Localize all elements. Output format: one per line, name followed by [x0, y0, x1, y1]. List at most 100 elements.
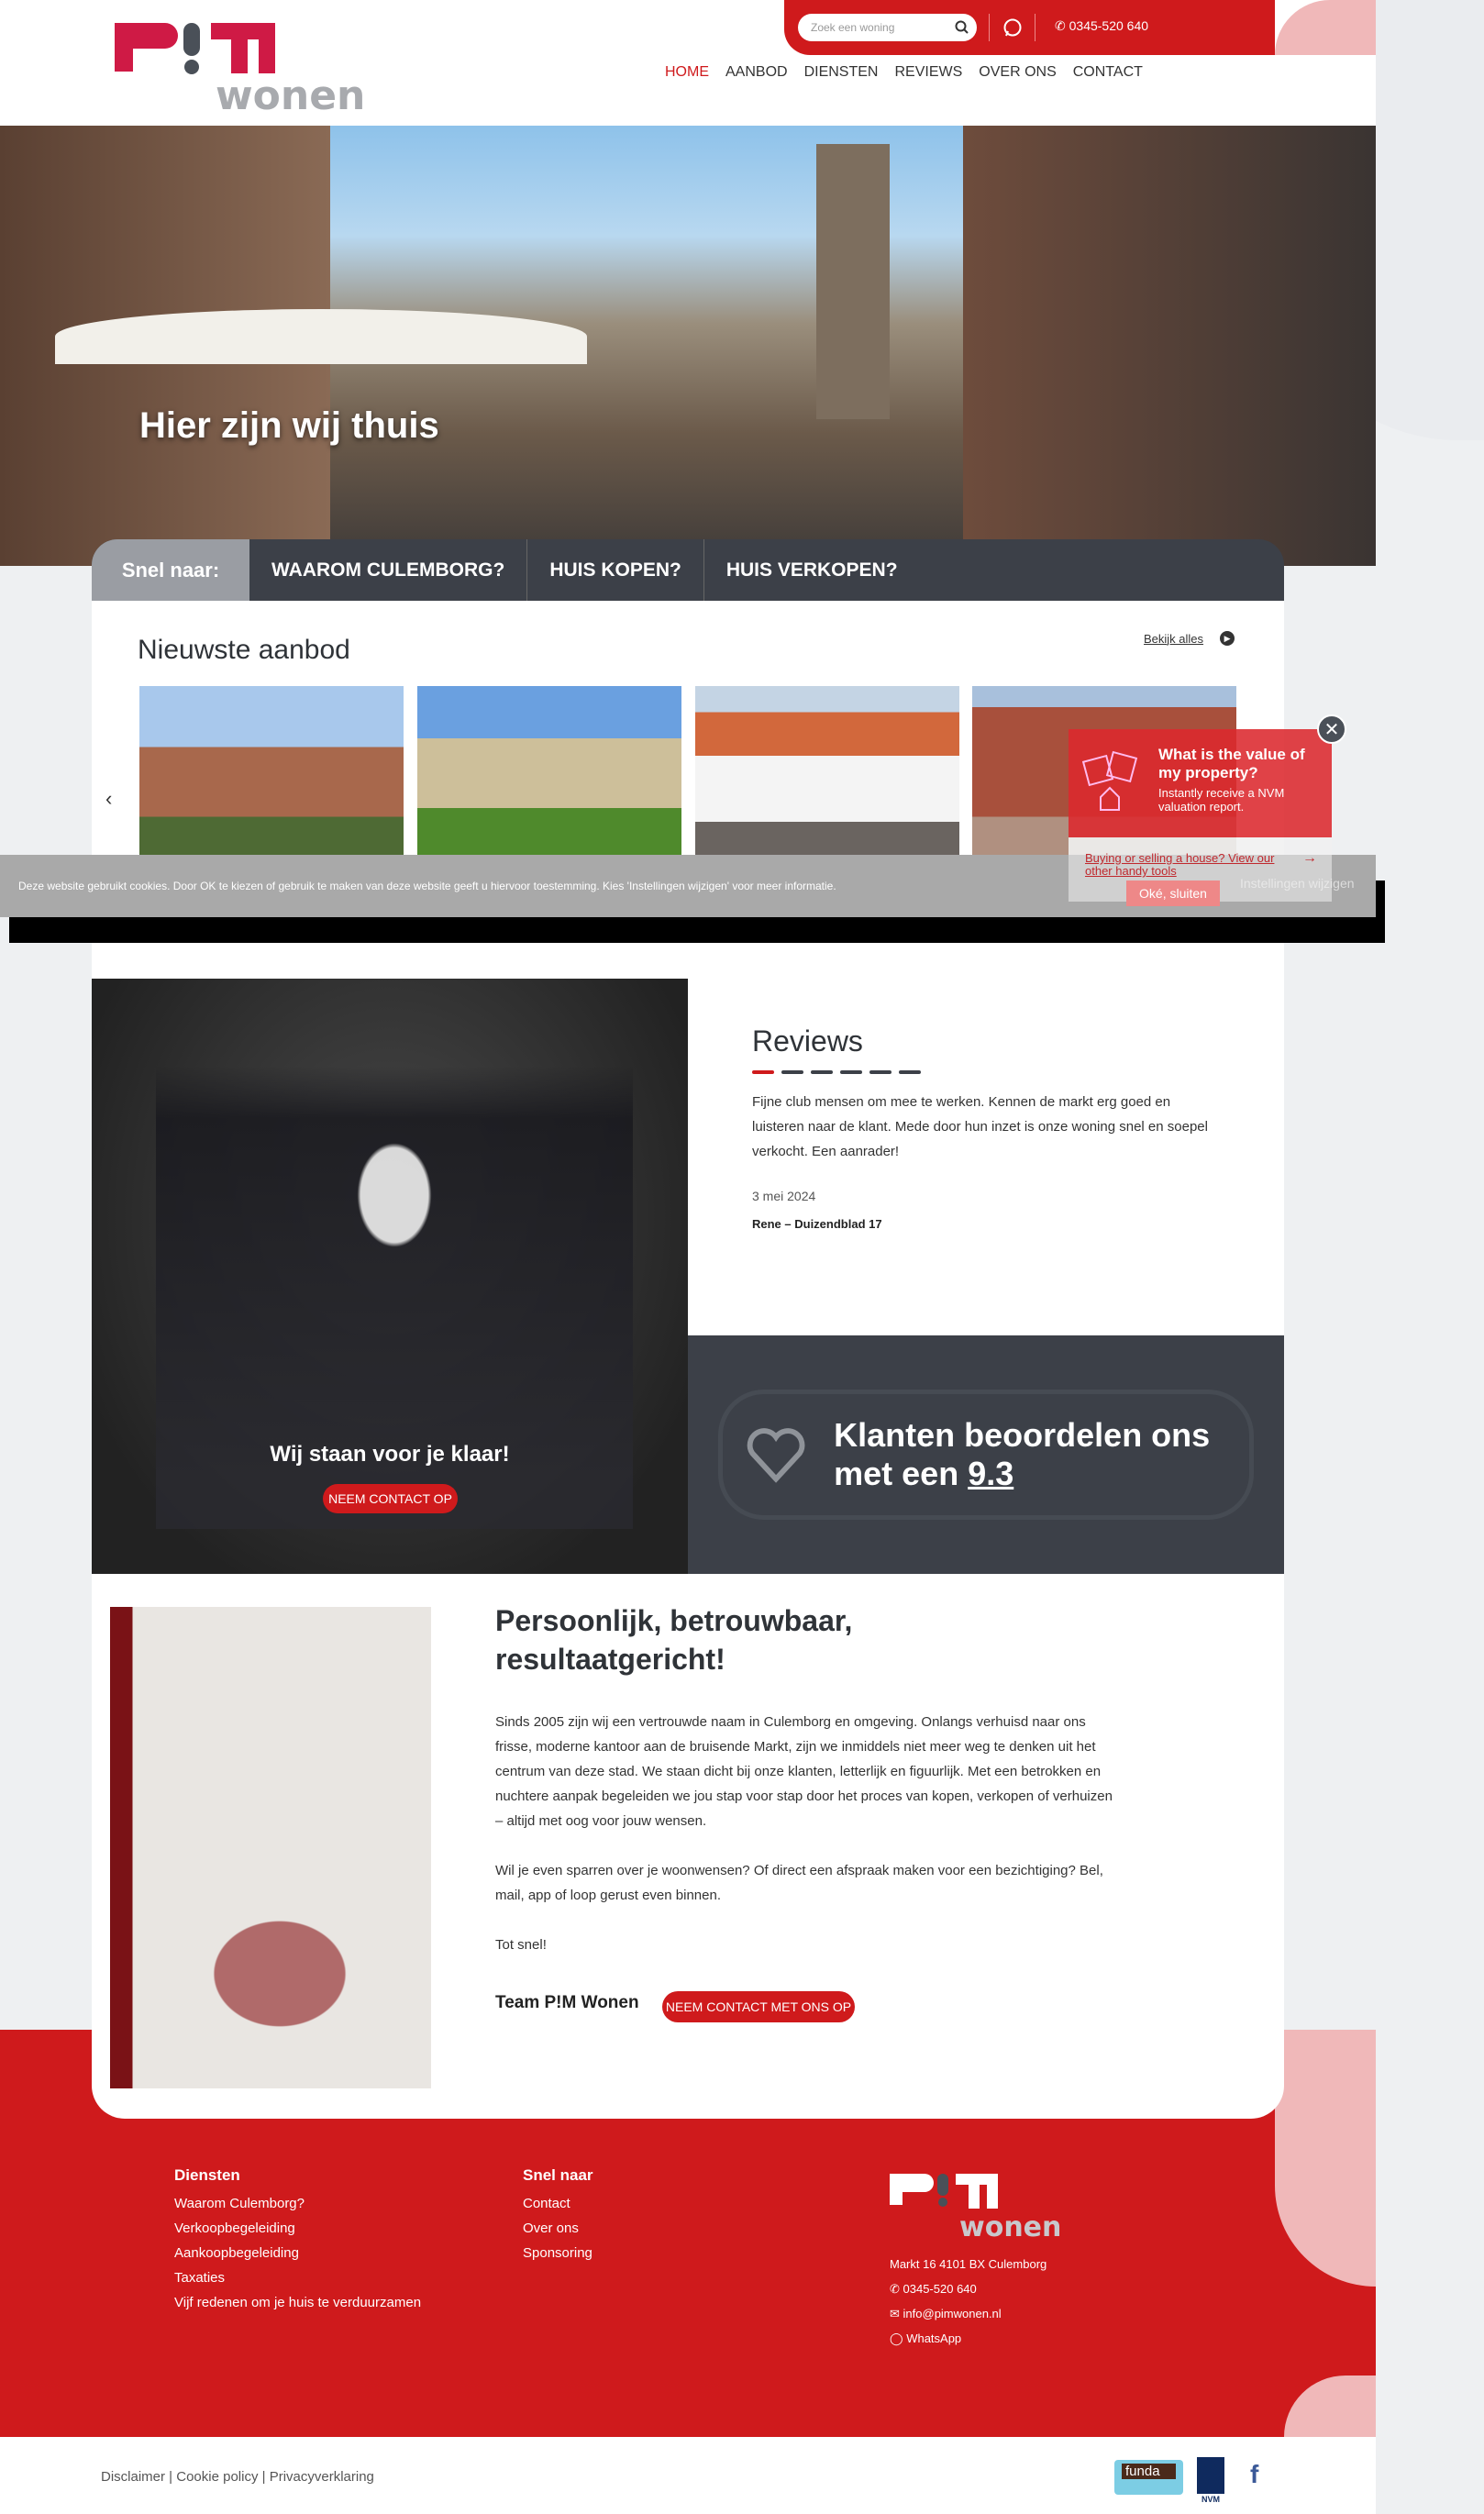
footer-contact: Markt 16 4101 BX Culemborg ✆ 0345-520 64… [890, 2252, 1047, 2351]
nav-over-ons[interactable]: OVER ONS [979, 64, 1056, 81]
property-card[interactable] [695, 686, 959, 860]
reviews-title: Reviews [752, 1024, 863, 1058]
popup-tools-link[interactable]: Buying or selling a house? View our othe… [1085, 852, 1278, 878]
logo[interactable]: wonen [105, 14, 399, 119]
nvm-logo[interactable]: NVM [1197, 2457, 1224, 2504]
view-all-link[interactable]: Bekijk alles ▶ [1144, 631, 1235, 646]
svg-text:wonen: wonen [959, 2211, 1061, 2241]
search-input[interactable]: Zoek een woning [798, 14, 977, 41]
contact-button[interactable]: NEEM CONTACT OP [323, 1484, 458, 1513]
address: Markt 16 4101 BX Culemborg [890, 2257, 1047, 2271]
office-photo [110, 1607, 431, 2088]
nav-home[interactable]: HOME [665, 64, 709, 81]
facebook-icon[interactable]: f [1250, 2460, 1258, 2489]
about-title: Persoonlijk, betrouwbaar, resultaatgeric… [495, 1604, 853, 1676]
main-nav: HOME AANBOD DIENSTEN REVIEWS OVER ONS CO… [665, 64, 1143, 81]
nvm-text: NVM [1202, 2495, 1220, 2504]
review-dot[interactable] [811, 1070, 833, 1074]
decorative-shape [1275, 0, 1376, 55]
review-date: 3 mei 2024 [752, 1189, 816, 1203]
popup-subtitle: Instantly receive a NVM valuation report… [1158, 786, 1285, 814]
legal-links: Disclaimer | Cookie policy | Privacyverk… [101, 2469, 374, 2485]
quicklink-waarom-culemborg[interactable]: WAAROM CULEMBORG? [249, 539, 528, 601]
email: info@pimwonen.nl [903, 2307, 1002, 2320]
footer-link[interactable]: Contact [523, 2191, 593, 2216]
mail-icon: ✉ [890, 2307, 900, 2320]
quicklink-huis-verkopen[interactable]: HUIS VERKOPEN? [704, 539, 920, 601]
section-title: Nieuwste aanbod [138, 635, 350, 665]
heart-icon [747, 1428, 805, 1483]
nav-reviews[interactable]: REVIEWS [894, 64, 962, 81]
hero-title: Hier zijn wij thuis [139, 405, 439, 446]
footer-diensten: Diensten Waarom Culemborg? Verkoopbegele… [174, 2163, 421, 2315]
quicklink-huis-kopen[interactable]: HUIS KOPEN? [527, 539, 704, 601]
rating-pill[interactable]: Klanten beoordelen ons met een 9.3 [718, 1390, 1254, 1520]
review-dot[interactable] [840, 1070, 862, 1074]
close-icon[interactable]: ✕ [1317, 714, 1346, 744]
search-placeholder: Zoek een woning [811, 21, 895, 34]
arrow-right-icon: ▶ [1220, 631, 1235, 646]
footer-link[interactable]: Sponsoring [523, 2241, 593, 2265]
review-dot[interactable] [781, 1070, 803, 1074]
footer-link[interactable]: Over ons [523, 2216, 593, 2241]
whatsapp-label: WhatsApp [906, 2331, 962, 2345]
funda-logo[interactable]: funda [1114, 2460, 1183, 2495]
review-dot[interactable] [869, 1070, 892, 1074]
svg-text:wonen: wonen [216, 72, 365, 113]
footer-snel-naar: Snel naar Contact Over ons Sponsoring [523, 2163, 593, 2265]
footer-link[interactable]: Vijf redenen om je huis te verduurzamen [174, 2290, 421, 2315]
cookie-policy-link[interactable]: Cookie policy [176, 2469, 258, 2485]
review-pagination[interactable] [752, 1070, 921, 1074]
quick-links-label: Snel naar: [92, 539, 249, 601]
disclaimer-link[interactable]: Disclaimer [101, 2469, 165, 2485]
quick-links-bar: Snel naar: WAAROM CULEMBORG? HUIS KOPEN?… [92, 539, 1284, 601]
phone-number: 0345-520 640 [903, 2282, 977, 2296]
search-icon[interactable] [955, 20, 969, 35]
cookie-text: Deze website gebruikt cookies. Door OK t… [18, 880, 836, 892]
footer-link[interactable]: Taxaties [174, 2265, 421, 2290]
footer-whatsapp[interactable]: ◯ WhatsApp [890, 2326, 1047, 2351]
footer-link[interactable]: Verkoopbegeleiding [174, 2216, 421, 2241]
footer-link[interactable]: Waarom Culemborg? [174, 2191, 421, 2216]
footer-phone[interactable]: ✆ 0345-520 640 [890, 2276, 1047, 2301]
signature: Team P!M Wonen [495, 1993, 639, 2012]
review-dot[interactable] [899, 1070, 921, 1074]
phone-link[interactable]: ✆ 0345-520 640 [1055, 18, 1148, 34]
view-all-label: Bekijk alles [1144, 631, 1204, 646]
whatsapp-icon: ◯ [890, 2331, 903, 2345]
carousel-prev-icon[interactable]: ‹ [105, 787, 112, 811]
arrow-right-icon[interactable]: → [1302, 850, 1317, 867]
review-author: Rene – Duizendblad 17 [752, 1217, 882, 1231]
privacy-link[interactable]: Privacyverklaring [270, 2469, 374, 2485]
header: wonen Zoek een woning ✆ 0345-520 640 HOM… [0, 0, 1376, 126]
cookie-ok-button[interactable]: Oké, sluiten [1126, 880, 1220, 906]
property-card[interactable] [139, 686, 404, 860]
property-card[interactable] [417, 686, 681, 860]
contact-us-button[interactable]: NEEM CONTACT MET ONS OP [662, 1991, 855, 2022]
footer-email[interactable]: ✉ info@pimwonen.nl [890, 2301, 1047, 2326]
rating-text: Klanten beoordelen ons met een 9.3 [834, 1416, 1211, 1492]
popup-title: What is the value of my property? [1158, 746, 1305, 781]
rating-score[interactable]: 9.3 [968, 1455, 1013, 1492]
about-body: Sinds 2005 zijn wij een vertrouwde naam … [495, 1710, 1119, 1982]
footer-heading: Diensten [174, 2166, 240, 2184]
phone-number: 0345-520 640 [1069, 18, 1149, 33]
about-paragraph: Sinds 2005 zijn wij een vertrouwde naam … [495, 1714, 1113, 1829]
whatsapp-icon[interactable] [1002, 17, 1023, 42]
nav-contact[interactable]: CONTACT [1073, 64, 1143, 81]
footer-heading: Snel naar [523, 2166, 593, 2184]
funda-text: funda [1122, 2464, 1176, 2479]
team-photo: Wij staan voor je klaar! NEEM CONTACT OP [92, 979, 688, 1574]
footer-logo: wonen [888, 2172, 1076, 2245]
hero-image: Hier zijn wij thuis [0, 126, 1376, 566]
thumbs-house-icon [1081, 749, 1146, 818]
nav-aanbod[interactable]: AANBOD [725, 64, 788, 81]
footer-link[interactable]: Aankoopbegeleiding [174, 2241, 421, 2265]
about-paragraph: Tot snel! [495, 1937, 547, 1953]
nav-diensten[interactable]: DIENSTEN [804, 64, 879, 81]
review-dot[interactable] [752, 1070, 774, 1074]
about-paragraph: Wil je even sparren over je woonwensen? … [495, 1863, 1103, 1903]
bottom-bar: Disclaimer | Cookie policy | Privacyverk… [0, 2437, 1376, 2514]
rating-panel: Klanten beoordelen ons met een 9.3 [688, 1335, 1284, 1574]
review-text: Fijne club mensen om mee te werken. Kenn… [752, 1094, 1208, 1159]
